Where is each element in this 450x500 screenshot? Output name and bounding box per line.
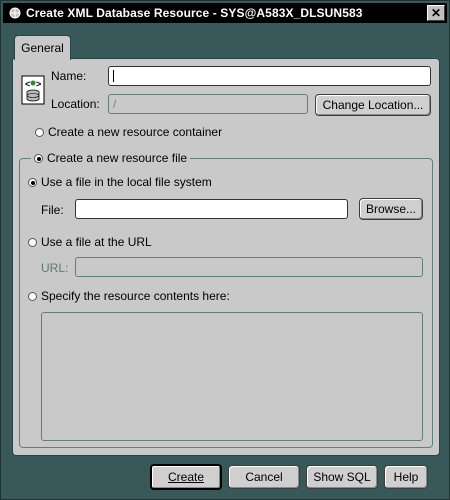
create-button[interactable]: Create	[150, 464, 222, 490]
contents-option-label[interactable]: Specify the resource contents here:	[41, 289, 230, 303]
close-icon: ✕	[430, 6, 442, 20]
name-input[interactable]	[108, 66, 431, 86]
new-container-radio[interactable]	[35, 128, 44, 137]
title-bar[interactable]: Create XML Database Resource - SYS@A583X…	[3, 3, 447, 23]
cancel-label: Cancel	[245, 470, 283, 484]
url-input	[75, 257, 423, 277]
show-sql-button[interactable]: Show SQL	[306, 465, 378, 489]
close-button[interactable]: ✕	[427, 5, 445, 21]
create-label: Create	[167, 470, 205, 484]
contents-textarea	[41, 312, 423, 441]
url-option-label[interactable]: Use a file at the URL	[41, 235, 152, 249]
tab-general-label: General	[21, 41, 64, 55]
help-label: Help	[393, 470, 419, 484]
location-field: /	[108, 94, 308, 114]
svg-text:>: >	[36, 79, 41, 89]
xml-resource-icon: < >	[21, 75, 45, 105]
text-cursor	[113, 70, 114, 82]
new-file-caption[interactable]: Create a new resource file	[31, 151, 191, 165]
change-location-label: Change Location...	[322, 98, 424, 112]
general-panel: < > Name: Location: / Change Location...…	[12, 58, 440, 456]
browse-label: Browse...	[365, 202, 416, 216]
show-sql-label: Show SQL	[313, 470, 371, 484]
window-title: Create XML Database Resource - SYS@A583X…	[26, 6, 363, 20]
help-button[interactable]: Help	[384, 465, 428, 489]
contents-radio[interactable]	[28, 292, 37, 301]
location-label: Location:	[51, 97, 100, 111]
svg-text:<: <	[25, 79, 30, 89]
local-file-label[interactable]: Use a file in the local file system	[41, 175, 212, 189]
location-value: /	[113, 97, 117, 111]
file-input[interactable]	[75, 199, 348, 219]
new-container-label[interactable]: Create a new resource container	[48, 125, 222, 139]
url-label: URL:	[41, 261, 69, 275]
new-file-label: Create a new resource file	[47, 151, 188, 165]
change-location-button[interactable]: Change Location...	[315, 94, 431, 116]
local-file-radio[interactable]	[28, 178, 37, 187]
name-label: Name:	[51, 69, 87, 83]
app-icon	[7, 5, 23, 21]
url-radio[interactable]	[28, 238, 37, 247]
file-label: File:	[41, 203, 64, 217]
browse-button[interactable]: Browse...	[359, 198, 423, 220]
tab-general[interactable]: General	[14, 35, 71, 60]
new-file-radio[interactable]	[34, 154, 43, 163]
cancel-button[interactable]: Cancel	[228, 465, 300, 489]
dialog-window: Create XML Database Resource - SYS@A583X…	[0, 0, 450, 500]
